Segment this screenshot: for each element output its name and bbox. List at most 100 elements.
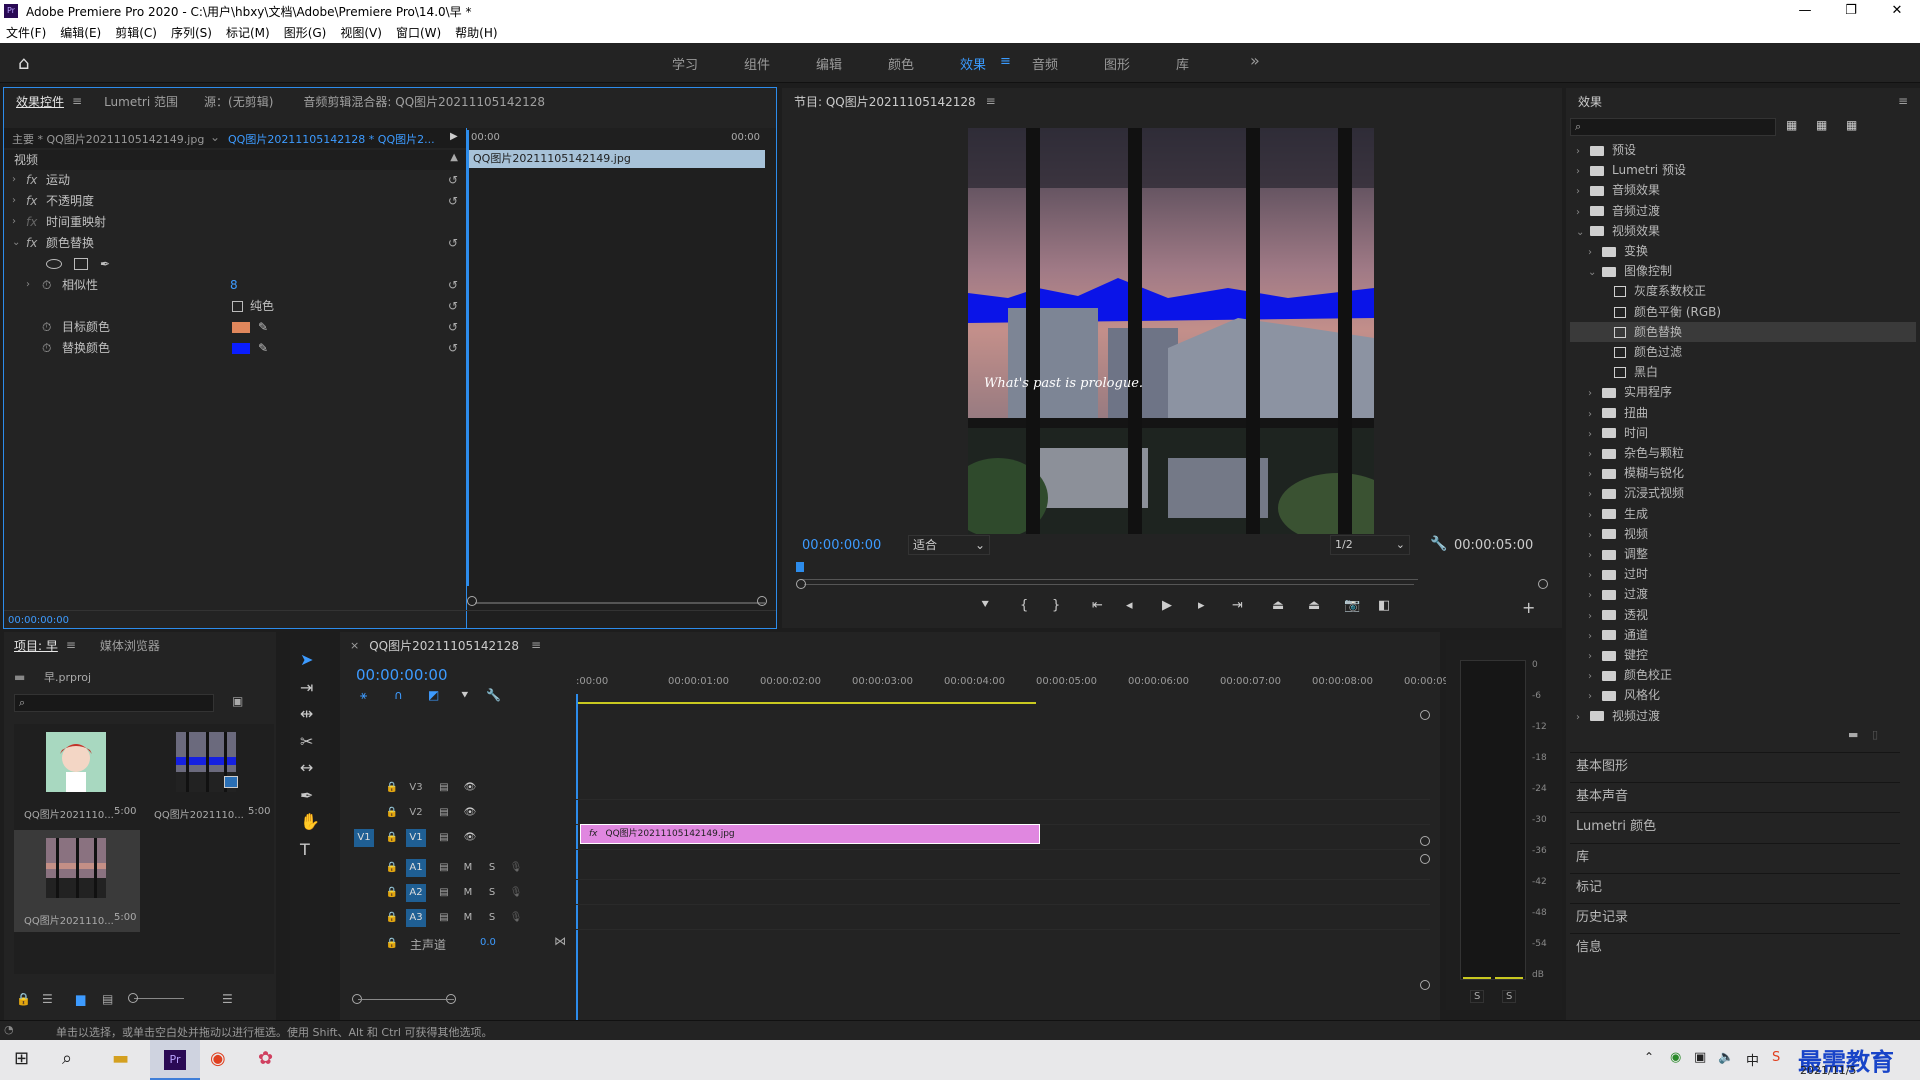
- stacked-panel-header[interactable]: 基本图形: [1570, 752, 1900, 780]
- workspace-color[interactable]: 颜色: [888, 54, 914, 73]
- effect-item[interactable]: 颜色替换: [1570, 321, 1916, 342]
- effect-item[interactable]: 颜色平衡 (RGB): [1570, 302, 1916, 322]
- chevron-down-icon[interactable]: ⌄: [1576, 223, 1590, 243]
- workspace-audio[interactable]: 音频: [1032, 54, 1058, 73]
- eyedropper-icon[interactable]: ✎: [258, 338, 268, 358]
- chevron-right-icon[interactable]: ›: [1588, 384, 1602, 404]
- linked-selection-icon[interactable]: ◩: [428, 688, 439, 702]
- menu-edit[interactable]: 编辑(E): [60, 24, 101, 41]
- workspace-effects[interactable]: 效果: [960, 54, 986, 73]
- work-area-bar[interactable]: [576, 702, 1036, 704]
- workspace-learn[interactable]: 学习: [672, 54, 698, 73]
- 32bit-effects-icon[interactable]: ▦: [1816, 118, 1827, 132]
- tray-app-icon[interactable]: ◉: [1670, 1050, 1681, 1065]
- project-item[interactable]: QQ图片2021110... 5:00: [144, 724, 270, 828]
- lock-icon[interactable]: 🔒: [382, 859, 402, 877]
- chevron-right-icon[interactable]: ›: [1588, 546, 1602, 566]
- chevron-right-icon[interactable]: ›: [1588, 465, 1602, 485]
- resolution-dropdown[interactable]: 1/2 ⌄: [1330, 535, 1410, 555]
- motion-row[interactable]: › fx 运动 ↺: [4, 170, 466, 190]
- lock-icon[interactable]: 🔒: [382, 909, 402, 927]
- effect-folder[interactable]: › Lumetri 预设: [1570, 160, 1916, 180]
- sequence-clip-link[interactable]: QQ图片20211105142128 * QQ图片2...: [228, 131, 435, 147]
- file-explorer-icon[interactable]: ▬: [112, 1048, 129, 1069]
- sync-lock-icon[interactable]: ▤: [434, 829, 454, 847]
- menu-graphics[interactable]: 图形(G): [284, 24, 327, 41]
- sync-lock-icon[interactable]: ▤: [434, 804, 454, 822]
- effect-folder[interactable]: › 实用程序: [1570, 382, 1916, 402]
- stopwatch-icon[interactable]: ⏱: [42, 275, 51, 295]
- effects-search-input[interactable]: ⌕: [1570, 118, 1776, 136]
- menu-view[interactable]: 视图(V): [340, 24, 382, 41]
- tab-menu-icon[interactable]: ≡: [986, 94, 996, 108]
- stopwatch-icon[interactable]: ⏱: [42, 338, 51, 358]
- chevron-right-icon[interactable]: ›: [1588, 506, 1602, 526]
- solo-button[interactable]: S: [482, 909, 502, 927]
- microphone-icon[interactable]: 🎙: [506, 884, 526, 902]
- reset-icon[interactable]: ↺: [448, 275, 458, 295]
- mark-out-icon[interactable]: }: [1052, 598, 1060, 613]
- go-to-end-icon[interactable]: ⋈: [554, 934, 566, 948]
- chevron-right-icon[interactable]: ›: [1588, 243, 1602, 263]
- paint-app-icon[interactable]: ✿: [258, 1048, 273, 1069]
- master-volume-value[interactable]: 0.0: [480, 937, 496, 948]
- pen-tool-icon[interactable]: ✒: [300, 786, 313, 805]
- chevron-right-icon[interactable]: ›: [1576, 203, 1590, 223]
- workspace-assembly[interactable]: 组件: [744, 54, 770, 73]
- volume-icon[interactable]: 🔈: [1718, 1050, 1734, 1065]
- solo-left-button[interactable]: S: [1470, 990, 1485, 1003]
- program-zoom-bar[interactable]: [804, 584, 1414, 585]
- maximize-button[interactable]: ❐: [1828, 0, 1874, 22]
- lock-icon[interactable]: 🔒: [382, 935, 402, 953]
- effect-folder[interactable]: › 沉浸式视频: [1570, 483, 1916, 503]
- stacked-panel-header[interactable]: Lumetri 颜色: [1570, 812, 1900, 840]
- eye-icon[interactable]: 👁: [460, 829, 480, 847]
- sort-icon[interactable]: ☰: [222, 992, 233, 1006]
- hand-tool-icon[interactable]: ✋: [300, 812, 320, 831]
- home-icon[interactable]: ⌂: [18, 53, 38, 74]
- zoom-handle-right[interactable]: [1538, 579, 1548, 589]
- effect-folder[interactable]: › 变换: [1570, 241, 1916, 261]
- fx-icon[interactable]: fx: [26, 170, 37, 190]
- timeline-ruler[interactable]: :00:00 00:00:01:00 00:00:02:00 00:00:03:00 0…: [576, 666, 1452, 704]
- play-only-icon[interactable]: ▶: [450, 131, 458, 142]
- workspace-editing[interactable]: 编辑: [816, 54, 842, 73]
- fit-dropdown[interactable]: 适合 ⌄: [908, 535, 990, 555]
- menu-marker[interactable]: 标记(M): [226, 24, 270, 41]
- lock-icon[interactable]: 🔒: [16, 992, 31, 1006]
- effect-playhead[interactable]: [467, 130, 469, 586]
- slip-tool-icon[interactable]: ↔: [300, 758, 313, 777]
- snap-icon[interactable]: ∩: [394, 688, 403, 702]
- chevron-right-icon[interactable]: ›: [26, 275, 30, 295]
- zoom-handle-left[interactable]: [796, 579, 806, 589]
- stacked-panel-header[interactable]: 基本声音: [1570, 782, 1900, 810]
- chevron-down-icon[interactable]: ⌄: [1588, 263, 1602, 283]
- effect-folder[interactable]: › 预设: [1570, 140, 1916, 160]
- menu-clip[interactable]: 剪辑(C): [115, 24, 157, 41]
- step-forward-icon[interactable]: ▸: [1198, 598, 1205, 613]
- timeline-clip-v1[interactable]: fx QQ图片20211105142149.jpg: [580, 824, 1040, 844]
- effect-folder[interactable]: › 模糊与锐化: [1570, 463, 1916, 483]
- chrome-icon[interactable]: ◉: [210, 1048, 226, 1069]
- zoom-slider-handle[interactable]: [128, 993, 138, 1003]
- effect-item[interactable]: 灰度系数校正: [1570, 281, 1916, 301]
- chevron-right-icon[interactable]: ›: [1576, 142, 1590, 162]
- effect-timeline-scrollbar[interactable]: [475, 602, 765, 604]
- effect-folder[interactable]: › 视频: [1570, 524, 1916, 544]
- freeform-view-icon[interactable]: ▤: [102, 992, 113, 1006]
- project-item-selected[interactable]: QQ图片2021110... 5:00: [14, 830, 140, 932]
- tab-menu-icon[interactable]: ≡: [72, 94, 82, 108]
- yuv-effects-icon[interactable]: ▦: [1846, 118, 1857, 132]
- sync-lock-icon[interactable]: ▤: [434, 779, 454, 797]
- menu-help[interactable]: 帮助(H): [455, 24, 497, 41]
- go-to-out-icon[interactable]: ⇥: [1232, 598, 1243, 613]
- chevron-right-icon[interactable]: ›: [1588, 627, 1602, 647]
- workspace-menu-icon[interactable]: ≡: [1000, 54, 1011, 69]
- chevron-right-icon[interactable]: ›: [1588, 607, 1602, 627]
- effect-folder[interactable]: › 时间: [1570, 423, 1916, 443]
- program-playhead-timecode[interactable]: 00:00:00:00: [802, 538, 881, 553]
- tab-menu-icon[interactable]: ≡: [1898, 94, 1908, 108]
- chevron-right-icon[interactable]: ›: [1588, 526, 1602, 546]
- chevron-right-icon[interactable]: ›: [1588, 586, 1602, 606]
- step-back-icon[interactable]: ◂: [1126, 598, 1133, 613]
